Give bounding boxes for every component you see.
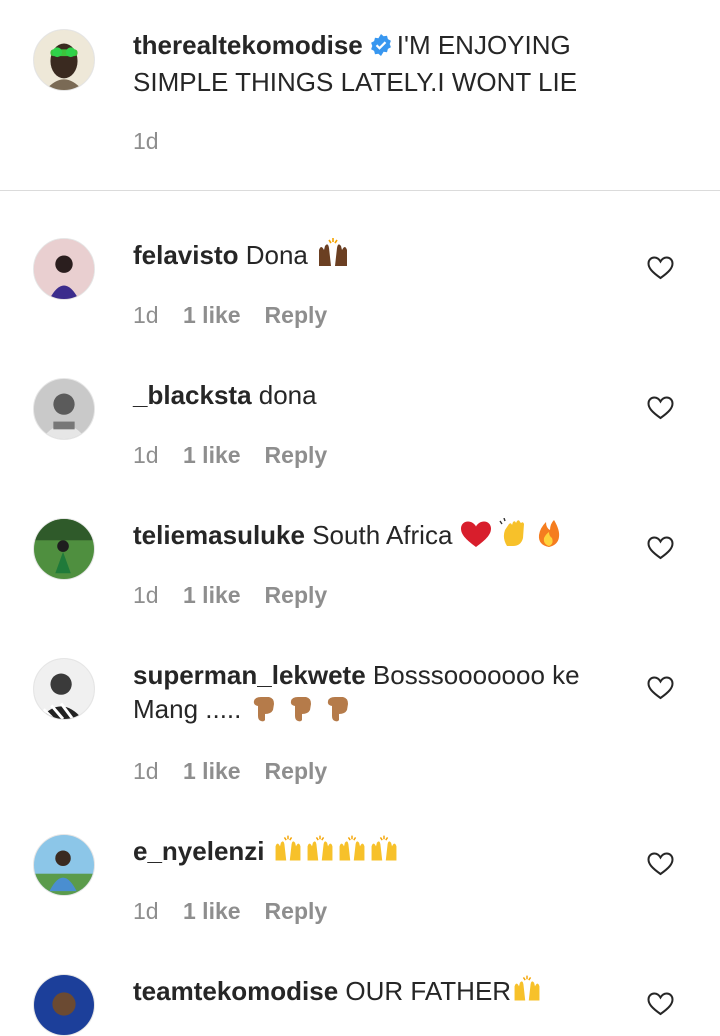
heart-icon[interactable]: [647, 676, 674, 700]
raised-hands-icon: [368, 834, 400, 872]
caption-text: therealtekomodise I'M ENJOYING SIMPLE THI…: [133, 28, 603, 99]
pointing-down-icon: [249, 692, 279, 730]
avatar[interactable]: [33, 238, 95, 300]
waving-hand-icon: [499, 517, 529, 556]
comment-text: e_nyelenzi: [133, 834, 400, 872]
heart-icon[interactable]: [647, 992, 674, 1016]
divider: [0, 190, 720, 191]
comment-meta: 1d 1 like Reply: [133, 582, 327, 609]
like-count[interactable]: 1 like: [183, 302, 241, 329]
heart-icon[interactable]: [647, 852, 674, 876]
fire-icon: [536, 518, 562, 556]
comment-meta: 1d 1 like Reply: [133, 442, 327, 469]
reply-button[interactable]: Reply: [265, 442, 328, 469]
comment-text: felavisto Dona: [133, 238, 351, 276]
pointing-down-icon: [323, 692, 353, 730]
heart-icon[interactable]: [647, 536, 674, 560]
comment-body: South Africa: [312, 520, 453, 550]
comment-body: Dona: [245, 240, 308, 270]
comment-time: 1d: [133, 758, 159, 784]
comment-text: superman_lekwete Bosssooooooo ke Mang ..…: [133, 658, 613, 730]
raised-hands-icon: [336, 834, 368, 872]
raised-hands-icon: [315, 238, 351, 276]
comment-body: dona: [258, 380, 317, 410]
caption-block: therealtekomodise I'M ENJOYING SIMPLE THI…: [0, 0, 720, 190]
raised-hands-icon: [304, 834, 336, 872]
like-count[interactable]: 1 like: [183, 758, 241, 785]
raised-hands-icon: [272, 834, 304, 872]
caption-username[interactable]: therealtekomodise: [133, 30, 363, 60]
comment-time: 1d: [133, 302, 159, 328]
caption-meta: 1d: [133, 128, 183, 155]
like-count[interactable]: 1 like: [183, 898, 241, 925]
comment-text: teliemasuluke South Africa: [133, 517, 562, 556]
raised-hands-icon: [511, 974, 543, 1012]
comment-username[interactable]: _blacksta: [133, 380, 252, 410]
comment-body: OUR FATHER: [345, 976, 512, 1006]
comment-username[interactable]: teliemasuluke: [133, 520, 305, 550]
reply-button[interactable]: Reply: [265, 582, 328, 609]
caption-time: 1d: [133, 128, 159, 154]
comment-meta: 1d 1 like Reply: [133, 302, 327, 329]
avatar[interactable]: [33, 378, 95, 440]
comment-text: _blacksta dona: [133, 378, 317, 412]
comment-username[interactable]: superman_lekwete: [133, 660, 366, 690]
avatar[interactable]: [33, 29, 95, 91]
comment-username[interactable]: e_nyelenzi: [133, 836, 265, 866]
verified-badge-icon: [369, 31, 393, 65]
heart-icon[interactable]: [647, 396, 674, 420]
avatar[interactable]: [33, 518, 95, 580]
pointing-down-icon: [286, 692, 316, 730]
comment-username[interactable]: teamtekomodise: [133, 976, 338, 1006]
comment-meta: 1d 1 like Reply: [133, 758, 327, 785]
avatar[interactable]: [33, 658, 95, 720]
like-count[interactable]: 1 like: [183, 582, 241, 609]
avatar[interactable]: [33, 834, 95, 896]
reply-button[interactable]: Reply: [265, 758, 328, 785]
comment-time: 1d: [133, 442, 159, 468]
comment-username[interactable]: felavisto: [133, 240, 239, 270]
comment-time: 1d: [133, 582, 159, 608]
red-heart-icon: [460, 520, 492, 556]
comment-time: 1d: [133, 898, 159, 924]
comment-meta: 1d 1 like Reply: [133, 898, 327, 925]
reply-button[interactable]: Reply: [265, 302, 328, 329]
reply-button[interactable]: Reply: [265, 898, 328, 925]
comment-text: teamtekomodise OUR FATHER: [133, 974, 543, 1012]
heart-icon[interactable]: [647, 256, 674, 280]
avatar[interactable]: [33, 974, 95, 1036]
like-count[interactable]: 1 like: [183, 442, 241, 469]
